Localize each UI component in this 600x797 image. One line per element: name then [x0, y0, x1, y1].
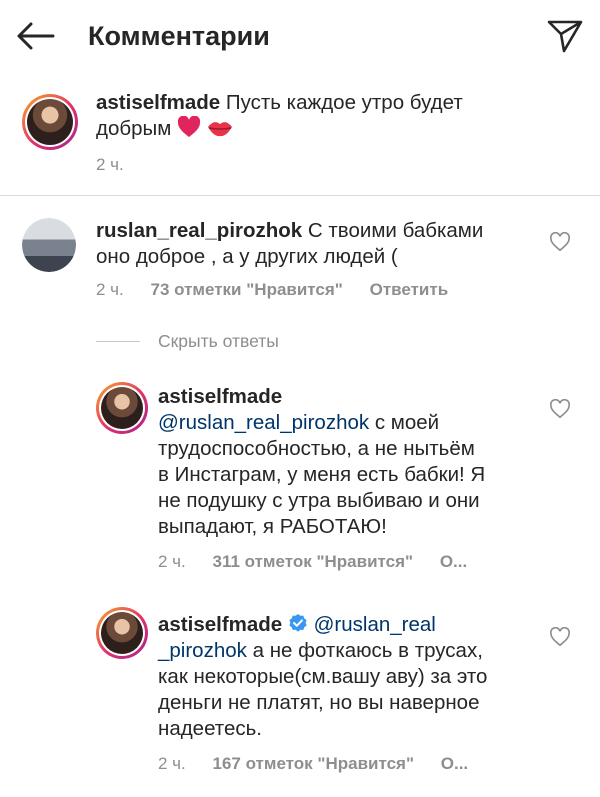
- caption-username[interactable]: astiselfmade: [96, 91, 220, 114]
- hide-replies-divider: [96, 341, 140, 342]
- reply-username[interactable]: astiselfmade: [158, 385, 282, 408]
- reply-mention[interactable]: @ruslan_real_pirozhok: [158, 411, 369, 434]
- reply-line: в Инстаграм, у меня есть бабки! Я: [158, 463, 486, 486]
- reply-meta: 2 ч. 167 отметок "Нравится" О...: [158, 753, 468, 775]
- reply-line: а не фоткаюсь в трусах,: [252, 639, 483, 662]
- reply-button[interactable]: Ответить: [370, 280, 449, 299]
- reply-time: 2 ч.: [158, 552, 186, 571]
- like-heart-icon[interactable]: [549, 627, 571, 647]
- like-heart-icon[interactable]: [549, 232, 571, 252]
- comment-text: ruslan_real_pirozhok С твоими бабками он…: [96, 218, 546, 270]
- reply-mention[interactable]: @ruslan_real: [314, 613, 436, 636]
- comment-meta: 2 ч. 73 отметки "Нравится" Ответить: [96, 279, 448, 301]
- page-title: Комментарии: [88, 21, 270, 51]
- share-button[interactable]: [544, 16, 586, 56]
- comment-username[interactable]: ruslan_real_pirozhok: [96, 219, 302, 242]
- like-heart-icon[interactable]: [549, 399, 571, 419]
- comment-line1: С твоими бабками: [307, 219, 484, 242]
- caption-text: astiselfmade Пусть каждое утро будет доб…: [96, 90, 566, 142]
- heart-emoji-icon: [177, 116, 201, 137]
- reply-line: как некоторые(см.вашу аву) за это: [158, 665, 488, 688]
- caption-line1: Пусть каждое утро будет: [225, 91, 463, 114]
- reply-line: не подушку с утра выбиваю и они: [158, 489, 480, 512]
- verified-badge-icon: [289, 614, 307, 632]
- kiss-lips-icon: [207, 122, 232, 137]
- reply-username[interactable]: astiselfmade: [158, 613, 282, 636]
- reply-more-button[interactable]: О...: [441, 754, 468, 773]
- reply-text: astiselfmade @ruslan_real_pirozhok с мое…: [158, 384, 548, 540]
- reply-line: надеетесь.: [158, 717, 262, 740]
- reply-line: с моей: [374, 411, 440, 434]
- reply-meta: 2 ч. 311 отметок "Нравится" О...: [158, 551, 467, 573]
- reply-mention-continued[interactable]: _pirozhok: [158, 639, 247, 662]
- reply-likes[interactable]: 311 отметок "Нравится": [213, 552, 414, 571]
- avatar[interactable]: [96, 607, 148, 659]
- paper-plane-icon: [547, 20, 583, 53]
- back-button[interactable]: [14, 16, 56, 56]
- caption-line2: добрым: [96, 117, 172, 140]
- comment-line2: оно доброе , а у других людей (: [96, 245, 398, 268]
- reply-text: astiselfmade @ruslan_real _pirozhok а не…: [158, 612, 548, 742]
- avatar[interactable]: [22, 94, 78, 150]
- avatar[interactable]: [96, 382, 148, 434]
- header: Комментарии: [0, 0, 600, 72]
- comment-likes[interactable]: 73 отметки "Нравится": [151, 280, 343, 299]
- reply-line: выпадают, я РАБОТАЮ!: [158, 515, 387, 538]
- reply-line: трудоспособностью, а не нытьём: [158, 437, 475, 460]
- caption: astiselfmade Пусть каждое утро будет доб…: [0, 74, 600, 196]
- avatar[interactable]: [22, 218, 76, 272]
- arrow-left-icon: [17, 22, 55, 50]
- reply-more-button[interactable]: О...: [440, 552, 467, 571]
- reply-line: деньги не платят, но вы наверное: [158, 691, 480, 714]
- divider: [0, 195, 600, 196]
- comment-time: 2 ч.: [96, 280, 124, 299]
- reply-time: 2 ч.: [158, 754, 186, 773]
- hide-replies-button[interactable]: Скрыть ответы: [158, 330, 279, 352]
- caption-time: 2 ч.: [96, 155, 124, 174]
- reply-likes[interactable]: 167 отметок "Нравится": [213, 754, 415, 773]
